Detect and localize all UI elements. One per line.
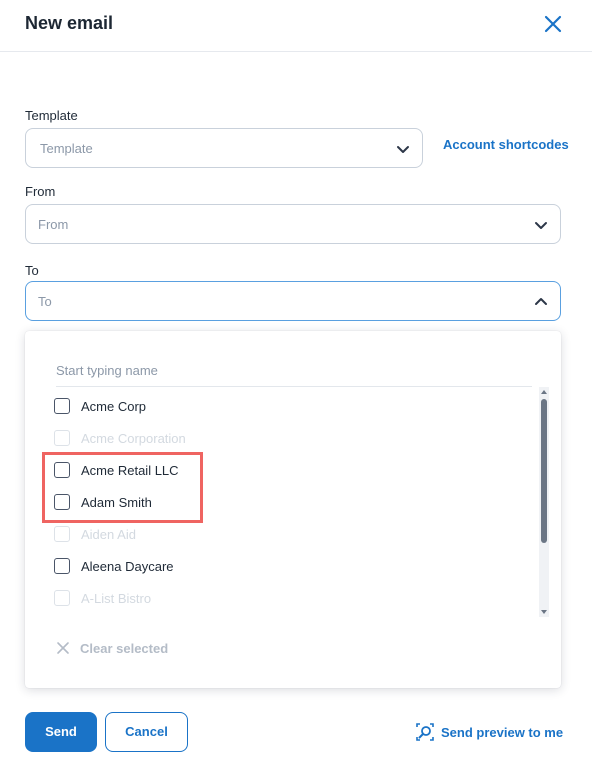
scrollbar[interactable] xyxy=(539,387,549,617)
from-placeholder: From xyxy=(38,217,69,232)
send-preview-label: Send preview to me xyxy=(441,725,564,740)
chevron-up-icon xyxy=(535,298,547,305)
checkbox[interactable] xyxy=(54,398,70,414)
list-item-label: Acme Corp xyxy=(81,399,147,414)
recipient-search-input[interactable] xyxy=(56,355,532,387)
send-button[interactable]: Send xyxy=(25,712,97,752)
clear-x-icon xyxy=(57,642,69,654)
chevron-down-icon xyxy=(397,146,409,153)
from-label: From xyxy=(25,184,56,199)
chevron-down-icon xyxy=(535,222,547,229)
list-item-label: A-List Bistro xyxy=(81,591,152,606)
scrollbar-thumb[interactable] xyxy=(541,399,547,543)
clear-selected-label: Clear selected xyxy=(80,641,169,656)
close-icon[interactable] xyxy=(541,12,565,36)
list-item-label: Aiden Aid xyxy=(81,527,136,542)
list-item-label: Aleena Daycare xyxy=(81,559,174,574)
highlight-box xyxy=(42,452,203,523)
checkbox[interactable] xyxy=(54,558,70,574)
checkbox xyxy=(54,590,70,606)
scroll-up-arrow-icon[interactable] xyxy=(540,388,548,396)
checkbox xyxy=(54,430,70,446)
dialog-title: New email xyxy=(25,13,114,33)
template-placeholder: Template xyxy=(40,141,93,156)
template-select[interactable]: Template xyxy=(25,128,423,168)
to-select[interactable]: To xyxy=(25,281,561,321)
from-select[interactable]: From xyxy=(25,204,561,244)
scroll-down-arrow-icon[interactable] xyxy=(540,608,548,616)
checkbox xyxy=(54,526,70,542)
cancel-button[interactable]: Cancel xyxy=(105,712,188,752)
account-shortcodes-link[interactable]: Account shortcodes xyxy=(443,137,569,152)
to-placeholder: To xyxy=(38,294,52,309)
list-item-label: Acme Corporation xyxy=(81,431,186,446)
template-label: Template xyxy=(25,108,78,123)
preview-search-icon xyxy=(416,723,434,741)
to-label: To xyxy=(25,263,39,278)
dialog-header: New email xyxy=(0,0,592,52)
